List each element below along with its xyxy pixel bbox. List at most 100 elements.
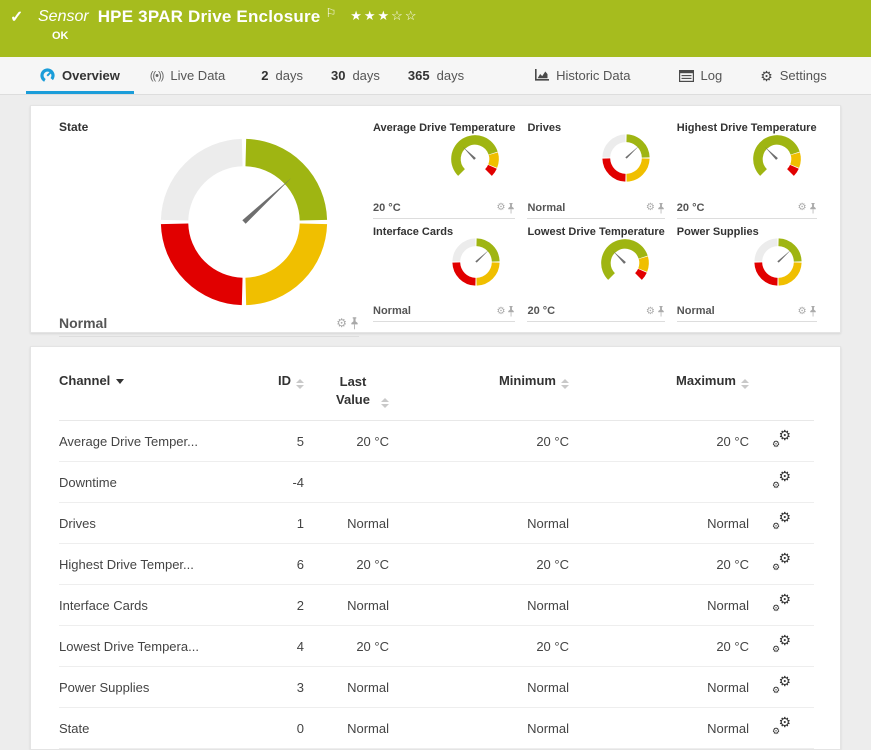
- channel-id: -4: [254, 462, 304, 503]
- pin-icon[interactable]: [657, 203, 665, 214]
- mini-gauge-lowest-drive-temperature[interactable]: Lowest Drive Temperature 20 °C ⚙: [527, 224, 664, 323]
- channel-name[interactable]: Downtime: [59, 462, 254, 503]
- channel-id: 0: [254, 708, 304, 749]
- gear-icon[interactable]: ⚙: [646, 307, 655, 317]
- channel-settings-icon[interactable]: ⚙⚙: [772, 718, 791, 735]
- table-header-row: Channel ID Last Value Minimum Maximum: [59, 359, 814, 421]
- table-row: Highest Drive Temper... 6 20 °C 20 °C 20…: [59, 544, 814, 585]
- pin-icon[interactable]: [507, 203, 515, 214]
- channel-maximum: Normal: [569, 503, 749, 544]
- temperature-gauge: [449, 133, 501, 190]
- pin-icon[interactable]: [507, 306, 515, 317]
- status-badge: OK: [0, 27, 871, 42]
- log-list-icon: [679, 70, 694, 82]
- sort-desc-icon: [116, 379, 124, 384]
- channel-name[interactable]: Power Supplies: [59, 667, 254, 708]
- col-header-maximum[interactable]: Maximum: [569, 359, 749, 421]
- col-header-last-value[interactable]: Last Value: [304, 359, 389, 421]
- channel-value: 20 °C: [527, 305, 555, 317]
- gear-icon[interactable]: ⚙: [496, 307, 505, 317]
- channel-name[interactable]: Average Drive Temper...: [59, 421, 254, 462]
- state-gauge: [601, 133, 651, 188]
- channel-settings-icon[interactable]: ⚙⚙: [772, 431, 791, 448]
- gear-icon: ⚙: [760, 69, 773, 83]
- object-kind-label: Sensor: [38, 8, 89, 26]
- tab-live-data[interactable]: ((•)) Live Data: [150, 57, 225, 94]
- pin-icon[interactable]: [809, 306, 817, 317]
- mini-gauge-highest-drive-temperature[interactable]: Highest Drive Temperature 20 °C ⚙: [677, 120, 817, 219]
- tab-log[interactable]: Log: [679, 57, 723, 94]
- temperature-gauge: [599, 237, 651, 294]
- channel-value: 20 °C: [677, 202, 705, 214]
- gear-icon[interactable]: ⚙: [798, 307, 807, 317]
- mini-gauge-grid: Average Drive Temperature 20 °C ⚙: [373, 120, 817, 322]
- col-header-id[interactable]: ID: [254, 359, 304, 421]
- channel-last-value: 20 °C: [304, 421, 389, 462]
- channel-minimum: Normal: [389, 667, 569, 708]
- channel-last-value: 20 °C: [304, 626, 389, 667]
- mini-gauge-average-drive-temperature[interactable]: Average Drive Temperature 20 °C ⚙: [373, 120, 515, 219]
- state-gauge: [156, 134, 359, 315]
- channel-name[interactable]: Interface Cards: [59, 585, 254, 626]
- table-row: Interface Cards 2 Normal Normal Normal ⚙…: [59, 585, 814, 626]
- channel-id: 1: [254, 503, 304, 544]
- channel-maximum: Normal: [569, 708, 749, 749]
- channel-minimum: 20 °C: [389, 544, 569, 585]
- tab-label: Overview: [62, 68, 120, 83]
- channel-maximum: 20 °C: [569, 626, 749, 667]
- channel-name[interactable]: State: [59, 708, 254, 749]
- table-row: Lowest Drive Tempera... 4 20 °C 20 °C 20…: [59, 626, 814, 667]
- channel-value: Normal: [59, 315, 107, 331]
- flag-icon[interactable]: ⚐: [325, 6, 336, 20]
- tab-bar: Overview ((•)) Live Data 2 days 30 days …: [0, 57, 871, 95]
- channel-settings-icon[interactable]: ⚙⚙: [772, 554, 791, 571]
- pin-icon[interactable]: [809, 203, 817, 214]
- channel-name[interactable]: Lowest Drive Tempera...: [59, 626, 254, 667]
- channel-id: 3: [254, 667, 304, 708]
- channel-settings-icon[interactable]: ⚙⚙: [772, 677, 791, 694]
- tab-overview[interactable]: Overview: [40, 57, 120, 94]
- live-data-icon: ((•)): [150, 70, 164, 82]
- channel-minimum: Normal: [389, 585, 569, 626]
- tab-2-days[interactable]: 2 days: [261, 57, 303, 94]
- channel-name[interactable]: Highest Drive Temper...: [59, 544, 254, 585]
- status-check-icon: ✓: [10, 7, 32, 27]
- mini-gauge-interface-cards[interactable]: Interface Cards Normal ⚙: [373, 224, 515, 323]
- gear-icon[interactable]: ⚙: [798, 203, 807, 213]
- channel-settings-icon[interactable]: ⚙⚙: [772, 513, 791, 530]
- tab-30-days[interactable]: 30 days: [331, 57, 380, 94]
- pin-icon[interactable]: [350, 317, 359, 330]
- channel-title: State: [59, 120, 359, 134]
- channel-last-value: Normal: [304, 503, 389, 544]
- mini-gauge-drives[interactable]: Drives Normal ⚙: [527, 120, 664, 219]
- channel-settings-icon[interactable]: ⚙⚙: [772, 636, 791, 653]
- gauge-icon: [40, 68, 55, 83]
- gear-icon[interactable]: ⚙: [336, 317, 347, 329]
- sort-icon: [381, 398, 389, 408]
- channel-last-value: Normal: [304, 585, 389, 626]
- state-gauge: [753, 237, 803, 292]
- col-header-channel[interactable]: Channel: [59, 359, 254, 421]
- tab-365-days[interactable]: 365 days: [408, 57, 464, 94]
- tab-historic-data[interactable]: Historic Data: [534, 57, 630, 94]
- tab-settings[interactable]: ⚙ Settings: [760, 57, 827, 94]
- tab-label: days: [437, 68, 464, 83]
- channel-maximum: 20 °C: [569, 544, 749, 585]
- channel-settings-icon[interactable]: ⚙⚙: [772, 472, 791, 489]
- mini-gauge-power-supplies[interactable]: Power Supplies Normal ⚙: [677, 224, 817, 323]
- table-row: Power Supplies 3 Normal Normal Normal ⚙⚙: [59, 667, 814, 708]
- gear-icon[interactable]: ⚙: [496, 203, 505, 213]
- tab-label: days: [276, 68, 303, 83]
- gear-icon[interactable]: ⚙: [646, 203, 655, 213]
- channel-settings-icon[interactable]: ⚙⚙: [772, 595, 791, 612]
- tab-label: Live Data: [170, 68, 225, 83]
- state-gauge-block[interactable]: State Normal ⚙: [59, 120, 359, 322]
- col-header-minimum[interactable]: Minimum: [389, 359, 569, 421]
- channel-last-value: Normal: [304, 708, 389, 749]
- pin-icon[interactable]: [657, 306, 665, 317]
- channel-name[interactable]: Drives: [59, 503, 254, 544]
- overview-gauges-panel: State Normal ⚙: [30, 105, 841, 333]
- priority-stars[interactable]: ★★★☆☆: [350, 8, 418, 24]
- channel-table: Channel ID Last Value Minimum Maximum Av…: [59, 359, 814, 749]
- sort-icon: [561, 379, 569, 389]
